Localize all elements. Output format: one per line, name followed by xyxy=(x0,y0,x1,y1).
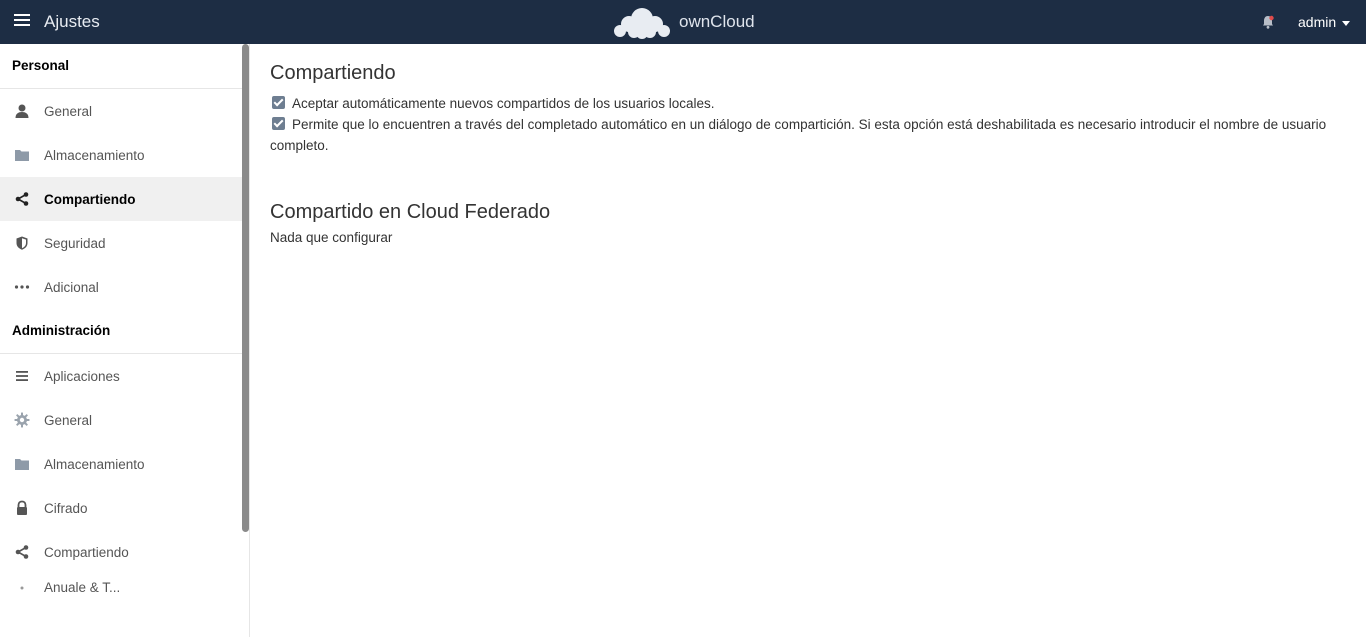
section-heading-sharing: Compartiendo xyxy=(270,62,396,84)
sidebar-item-admin-general[interactable]: General xyxy=(0,398,249,442)
sidebar-item-apps[interactable]: Aplicaciones xyxy=(0,354,249,398)
auto-accept-checkbox[interactable] xyxy=(272,96,285,109)
section-title-admin: Administración xyxy=(0,309,249,354)
top-bar: Ajustes ownCloud admin xyxy=(0,0,1366,44)
federated-empty-text: Nada que configurar xyxy=(270,230,393,245)
option-label: Aceptar automáticamente nuevos compartid… xyxy=(292,96,715,111)
sidebar-item-label: Adicional xyxy=(44,279,99,295)
option-auto-accept: Aceptar automáticamente nuevos compartid… xyxy=(270,93,1350,114)
sidebar-item-label: Almacenamiento xyxy=(44,147,145,163)
user-name: admin xyxy=(1298,14,1337,30)
app-title: Ajustes xyxy=(44,12,100,31)
section-title-personal: Personal xyxy=(0,44,249,89)
sidebar-item-label: Anuale & T... xyxy=(44,580,121,594)
sidebar-item-encryption[interactable]: Cifrado xyxy=(0,486,249,530)
lock-icon xyxy=(14,500,30,516)
sidebar-item-label: General xyxy=(44,103,93,119)
autocomplete-checkbox[interactable] xyxy=(272,117,285,130)
share-icon xyxy=(14,544,30,560)
settings-sidebar: Personal General Almacenamiento Comparti… xyxy=(0,44,250,637)
item-icon xyxy=(14,580,30,594)
sidebar-item-label: Seguridad xyxy=(44,235,106,251)
user-menu[interactable]: admin xyxy=(1298,14,1351,30)
sidebar-item-label: Almacenamiento xyxy=(44,456,145,472)
sidebar-item-security[interactable]: Seguridad xyxy=(0,221,249,265)
user-icon xyxy=(14,103,30,119)
sharing-options: Aceptar automáticamente nuevos compartid… xyxy=(270,93,1350,156)
sidebar-item-label: General xyxy=(44,412,93,428)
main-content: Compartiendo Aceptar automáticamente nue… xyxy=(270,44,1350,245)
shield-icon xyxy=(14,235,30,251)
brand-name: ownCloud xyxy=(679,12,755,31)
cloud-logo-icon xyxy=(614,8,670,39)
folder-icon xyxy=(14,147,30,163)
list-icon xyxy=(14,368,30,384)
share-icon xyxy=(14,191,30,207)
sidebar-item-general[interactable]: General xyxy=(0,89,249,133)
sidebar-item-label: Aplicaciones xyxy=(44,368,120,384)
sidebar-item-admin-storage[interactable]: Almacenamiento xyxy=(0,442,249,486)
more-icon xyxy=(14,279,30,295)
bell-icon[interactable] xyxy=(1260,14,1276,30)
folder-icon xyxy=(14,456,30,472)
sidebar-scrollbar[interactable] xyxy=(242,44,249,532)
sidebar-item-additional[interactable]: Adicional xyxy=(0,265,249,309)
sidebar-item-admin-sharing[interactable]: Compartiendo xyxy=(0,530,249,574)
sidebar-item-label: Cifrado xyxy=(44,500,88,516)
sidebar-item-label: Compartiendo xyxy=(44,544,129,560)
sidebar-item-label: Compartiendo xyxy=(44,191,136,207)
logo[interactable]: ownCloud xyxy=(612,4,755,40)
hamburger-icon[interactable] xyxy=(14,14,30,30)
sidebar-item-sharing[interactable]: Compartiendo xyxy=(0,177,249,221)
chevron-down-icon xyxy=(1342,20,1351,26)
sidebar-item-clipped[interactable]: Anuale & T... xyxy=(0,574,249,594)
option-autocomplete: Permite que lo encuentren a través del c… xyxy=(270,114,1350,156)
sidebar-item-storage[interactable]: Almacenamiento xyxy=(0,133,249,177)
option-label: Permite que lo encuentren a través del c… xyxy=(270,117,1327,153)
section-heading-federated: Compartido en Cloud Federado xyxy=(270,201,551,223)
gear-icon xyxy=(14,412,30,428)
